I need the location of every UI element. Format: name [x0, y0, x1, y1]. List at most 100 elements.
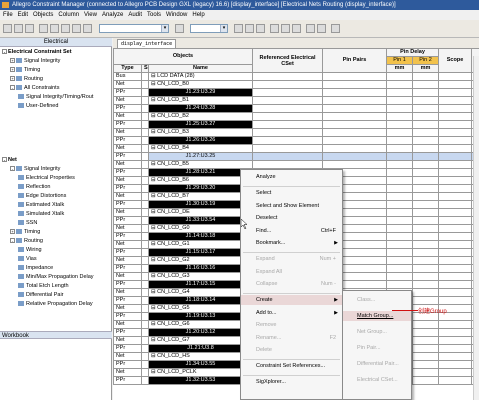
table-row[interactable]: PPr J1.24:U3.28 — [113, 104, 479, 113]
cell-empty[interactable] — [412, 168, 440, 177]
cell-empty[interactable] — [412, 208, 440, 217]
cell-empty[interactable] — [412, 336, 440, 345]
cell-empty[interactable] — [438, 80, 473, 89]
cell-empty[interactable] — [252, 96, 324, 105]
cell-empty[interactable] — [412, 232, 440, 241]
cell-name[interactable]: J1.33:U3.54 — [147, 216, 254, 225]
cell-empty[interactable] — [438, 224, 473, 233]
cell-name[interactable]: ⊟ CN_LCD_G4 — [147, 288, 254, 297]
vertical-scrollbar[interactable] — [473, 56, 479, 400]
cell-name[interactable]: ⊟ CN_LCD_G2 — [147, 256, 254, 265]
cell-empty[interactable] — [252, 152, 324, 161]
cell-empty[interactable] — [322, 160, 388, 169]
expander-icon[interactable]: - — [2, 157, 7, 163]
cell-empty[interactable] — [438, 256, 473, 265]
cell-name[interactable]: J1.32:U3.53 — [147, 376, 254, 385]
refresh-icon[interactable] — [281, 24, 290, 33]
cell-empty[interactable] — [386, 160, 414, 169]
filter-icon[interactable] — [270, 24, 279, 33]
tree-item[interactable]: Relative Propagation Delay — [18, 300, 93, 309]
cell-name[interactable]: J1.20:U3.12 — [147, 328, 254, 337]
menu-item-select[interactable]: Select — [241, 188, 342, 198]
table-row[interactable]: Net ⊟ CN_LCD_B4 — [113, 144, 479, 153]
cell-empty[interactable] — [438, 360, 473, 369]
cell-empty[interactable] — [386, 216, 414, 225]
cell-name[interactable]: ⊟ LCD DATA (28) — [147, 72, 254, 81]
expander-icon[interactable]: - — [2, 49, 7, 55]
cell-empty[interactable] — [412, 272, 440, 281]
cell-name[interactable]: ⊟ CN_LCD_G6 — [147, 320, 254, 329]
submenu-item-pin-pair[interactable]: Pin Pair... — [343, 343, 411, 353]
table-row[interactable]: PPr J1.27:U3.25 — [113, 152, 479, 161]
table-icon[interactable] — [306, 24, 315, 33]
cell-empty[interactable] — [386, 240, 414, 249]
cell-empty[interactable] — [412, 264, 440, 273]
tree-item[interactable]: Electrical Properties — [18, 174, 75, 183]
cell-name[interactable]: ⊟ CN_LCD_G3 — [147, 272, 254, 281]
cell-empty[interactable] — [386, 152, 414, 161]
analyze-icon[interactable] — [234, 24, 243, 33]
cell-empty[interactable] — [322, 88, 388, 97]
cell-empty[interactable] — [438, 208, 473, 217]
menu-item-remove[interactable]: Remove — [241, 320, 342, 330]
submenu-item-net-group[interactable]: Net Group... — [343, 327, 411, 337]
cell-name[interactable]: ⊟ CN_LCD_G0 — [147, 224, 254, 233]
cell-empty[interactable] — [386, 184, 414, 193]
menu-item-expand-all[interactable]: Expand All — [241, 267, 342, 277]
tree-item[interactable]: Simulated Xtalk — [18, 210, 64, 219]
cell-empty[interactable] — [322, 128, 388, 137]
cell-empty[interactable] — [438, 368, 473, 377]
cell-empty[interactable] — [438, 160, 473, 169]
cell-empty[interactable] — [438, 296, 473, 305]
copy-icon[interactable] — [72, 24, 81, 33]
cell-name[interactable]: ⊟ CN_LCD_B3 — [147, 128, 254, 137]
objects-header[interactable]: Objects — [112, 48, 254, 65]
tree-item[interactable]: Signal Integrity/Timing/Rout — [18, 93, 93, 102]
table-row[interactable]: Net ⊟ CN_LCD_B2 — [113, 112, 479, 121]
tree-item[interactable]: SSN — [18, 219, 37, 228]
cell-name[interactable]: ⊟ CN_LCD_HS — [147, 352, 254, 361]
paste-icon[interactable] — [83, 24, 92, 33]
menu-audit[interactable]: Audit — [128, 12, 142, 18]
cell-empty[interactable] — [438, 120, 473, 129]
cell-empty[interactable] — [412, 152, 440, 161]
table-row[interactable]: Net ⊟ CN_LCD_B1 — [113, 96, 479, 105]
expand-icon[interactable] — [245, 24, 254, 33]
cell-empty[interactable] — [438, 344, 473, 353]
menu-item-expand[interactable]: Expand Num + — [241, 254, 342, 264]
cset-icon[interactable] — [317, 24, 326, 33]
submenu-item-electrical-cset[interactable]: Electrical CSet... — [343, 375, 411, 385]
cell-name[interactable]: ⊟ CN_LCD_G5 — [147, 304, 254, 313]
expander-icon[interactable]: + — [10, 76, 15, 82]
cell-empty[interactable] — [438, 136, 473, 145]
find-icon[interactable] — [175, 24, 184, 33]
cell-empty[interactable] — [386, 144, 414, 153]
cell-empty[interactable] — [412, 352, 440, 361]
tree-item[interactable]: Total Etch Length — [18, 282, 69, 291]
menu-view[interactable]: View — [84, 12, 97, 18]
menu-item-sigxplorer[interactable]: SigXplorer... — [241, 377, 342, 387]
cell-empty[interactable] — [386, 200, 414, 209]
collapse-icon[interactable] — [256, 24, 265, 33]
cell-empty[interactable] — [412, 224, 440, 233]
menu-analyze[interactable]: Analyze — [102, 12, 123, 18]
expander-icon[interactable]: - — [10, 238, 15, 244]
cut-icon[interactable] — [61, 24, 70, 33]
cell-name[interactable]: J1.29:U3.20 — [147, 184, 254, 193]
cell-empty[interactable] — [252, 80, 324, 89]
menu-item-analyze[interactable]: Analyze — [241, 172, 342, 182]
tree-item[interactable]: Differential Pair — [18, 291, 64, 300]
undo-icon[interactable] — [39, 24, 48, 33]
cell-empty[interactable] — [412, 88, 440, 97]
cell-empty[interactable] — [252, 128, 324, 137]
cell-name[interactable]: ⊟ CN_LCD_G1 — [147, 240, 254, 249]
tree-item[interactable]: + Signal Integrity — [10, 57, 60, 66]
cell-empty[interactable] — [386, 176, 414, 185]
cell-empty[interactable] — [386, 256, 414, 265]
cell-empty[interactable] — [438, 280, 473, 289]
cell-empty[interactable] — [412, 280, 440, 289]
cell-name[interactable]: J1.26:U3.26 — [147, 136, 254, 145]
pin1-header[interactable]: Pin 1 — [386, 56, 414, 65]
cell-empty[interactable] — [386, 120, 414, 129]
cell-name[interactable]: J1.18:U3.14 — [147, 296, 254, 305]
